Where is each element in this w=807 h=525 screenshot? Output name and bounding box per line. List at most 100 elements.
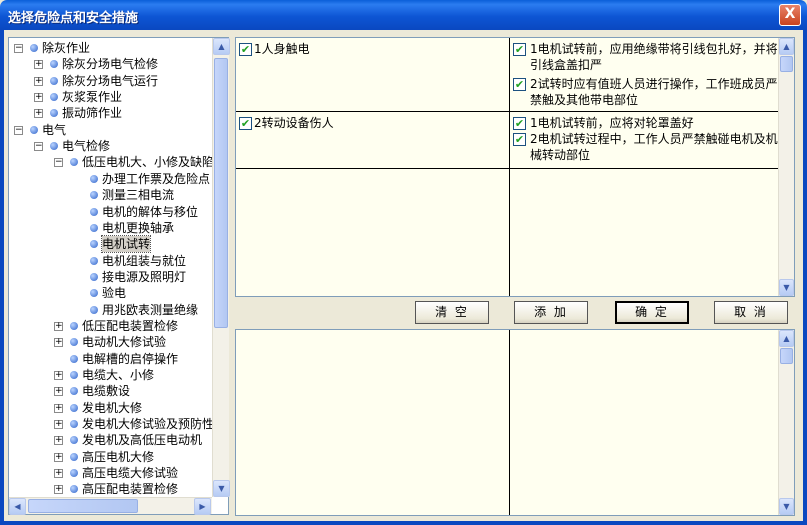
tree-node-icon [50, 142, 58, 151]
tree-item[interactable]: 电机的解体与移位 [9, 204, 212, 220]
tree-item[interactable]: + 除灰分场电气检修 [9, 56, 212, 72]
selected-scroll-down-button[interactable]: ▼ [779, 498, 794, 515]
expand-icon[interactable]: + [54, 436, 63, 446]
measure-checkbox[interactable]: ✔ [513, 78, 526, 91]
tree-item[interactable]: + 振动筛作业 [9, 105, 212, 121]
tree-node-icon [70, 420, 78, 429]
tree-item-label: 高压电机大修 [82, 449, 155, 464]
hazard-checkbox[interactable]: ✔ [239, 43, 252, 56]
tree-node-icon [70, 485, 78, 494]
hazard-scroll-down-button[interactable]: ▼ [779, 279, 794, 296]
cancel-button[interactable]: 取 消 [714, 301, 788, 324]
tree-item[interactable]: + 电缆敷设 [9, 383, 212, 399]
expand-icon[interactable]: + [54, 403, 63, 413]
tree-node-icon [70, 403, 78, 412]
hazard-grid-scrollbar[interactable]: ▲ ▼ [778, 38, 794, 296]
tree-scroll-left-button[interactable]: ◀ [9, 498, 26, 515]
tree-item-label: 除灰分场电气检修 [62, 57, 159, 72]
expand-icon[interactable]: + [54, 371, 63, 380]
tree-scroll-down-button[interactable]: ▼ [213, 480, 230, 497]
tree-item[interactable]: + 发电机大修试验及预防性 [9, 416, 212, 432]
grid-row-divider [236, 168, 778, 169]
tree-item[interactable]: + 除灰分场电气运行 [9, 73, 212, 89]
hazard-checkbox[interactable]: ✔ [239, 117, 252, 130]
tree-node-icon [30, 44, 38, 52]
tree-horizontal-scrollbar[interactable]: ◀ ▶ [9, 497, 212, 515]
tree-item[interactable]: 电机组装与就位 [9, 253, 212, 269]
clear-button[interactable]: 清 空 [415, 301, 489, 324]
tree-item[interactable]: + 高压电机大修 [9, 449, 212, 465]
collapse-icon[interactable]: − [54, 158, 63, 168]
tree-item-label: 低压配电装置检修 [82, 318, 179, 333]
tree-item[interactable]: + 低压配电装置检修 [9, 318, 212, 334]
tree-item[interactable]: + 电缆大、小修 [9, 367, 212, 383]
expand-icon[interactable]: + [54, 452, 63, 462]
close-button[interactable]: X [779, 4, 801, 26]
tree-scroll-thumb[interactable] [214, 58, 228, 328]
expand-icon[interactable]: + [34, 93, 43, 103]
tree-vertical-scrollbar[interactable]: ▲ ▼ [212, 38, 230, 497]
hazard-grid[interactable]: ✔ 1人身触电 ✔ 1电机试转前，应用绝缘带将引线包扎好，并将引线盒盖扣严 ✔ … [235, 37, 795, 297]
ok-button[interactable]: 确 定 [615, 301, 689, 324]
tree-item[interactable]: 测量三相电流 [9, 187, 212, 203]
tree-scroll-right-button[interactable]: ▶ [194, 498, 211, 515]
tree-item[interactable]: + 灰浆泵作业 [9, 89, 212, 105]
tree-node-icon [90, 289, 98, 298]
measure-checkbox[interactable]: ✔ [513, 117, 526, 130]
expand-icon[interactable]: + [34, 76, 43, 86]
expand-icon[interactable]: + [54, 485, 63, 495]
expand-icon[interactable]: + [54, 321, 63, 331]
hazard-scroll-thumb[interactable] [780, 56, 793, 72]
expand-icon[interactable]: + [34, 60, 43, 70]
selected-scroll-thumb[interactable] [780, 348, 793, 364]
tree-item-label: 高压电缆大修试验 [82, 466, 179, 481]
tree-item[interactable]: − 电气 [9, 122, 212, 138]
expand-icon[interactable]: + [34, 109, 43, 119]
tree-scroll-up-button[interactable]: ▲ [213, 38, 230, 55]
tree-item[interactable]: + 高压配电装置检修 [9, 481, 212, 497]
collapse-icon[interactable]: − [14, 125, 23, 135]
measure-text: 1电机试转前，应将对轮罩盖好 [530, 116, 694, 130]
selected-grid[interactable]: ▲ ▼ [235, 329, 795, 516]
hazard-scroll-up-button[interactable]: ▲ [779, 38, 794, 55]
tree-item-label: 测量三相电流 [102, 188, 175, 203]
tree-item[interactable]: 电机更换轴承 [9, 220, 212, 236]
tree-item[interactable]: 电机试转 [9, 235, 212, 254]
tree-item-label: 验电 [102, 286, 127, 301]
tree-item[interactable]: + 发电机及高低压电动机 [9, 432, 212, 448]
tree-node-icon [70, 354, 78, 363]
tree-item[interactable]: + 发电机大修 [9, 400, 212, 416]
selected-scroll-up-button[interactable]: ▲ [779, 330, 794, 347]
category-tree[interactable]: − 除灰作业 + 除灰分场电气检修 + 除灰分场电气运行 + 灰浆泵作业 + 振动筛作业 − 电气 − 电… [8, 37, 230, 515]
measure-text: 1电机试转前，应用绝缘带将引线包扎好，并将引线盒盖扣严 [530, 42, 778, 72]
tree-item-label: 办理工作票及危险点 [102, 171, 211, 186]
tree-item[interactable]: − 电气检修 [9, 138, 212, 154]
window-frame-bottom [0, 521, 807, 525]
tree-item-label: 电动机大修试验 [82, 335, 167, 350]
expand-icon[interactable]: + [54, 338, 63, 348]
add-button[interactable]: 添 加 [514, 301, 588, 324]
expand-icon[interactable]: + [54, 469, 63, 479]
tree-item[interactable]: 办理工作票及危险点 [9, 171, 212, 187]
tree-item[interactable]: + 电动机大修试验 [9, 334, 212, 350]
tree-item[interactable]: + 高压电缆大修试验 [9, 465, 212, 481]
title-bar[interactable]: 选择危险点和安全措施 X [0, 0, 807, 30]
tree-item[interactable]: − 除灰作业 [9, 40, 212, 56]
measure-checkbox[interactable]: ✔ [513, 133, 526, 146]
tree-item[interactable]: 用兆欧表测量绝缘 [9, 302, 212, 318]
tree-node-icon [90, 174, 98, 183]
tree-item-label: 用兆欧表测量绝缘 [102, 302, 199, 317]
selected-grid-column-divider [509, 330, 510, 515]
tree-item[interactable]: − 低压电机大、小修及缺陷 [9, 154, 212, 170]
tree-hscroll-thumb[interactable] [28, 499, 138, 513]
tree-content: − 除灰作业 + 除灰分场电气检修 + 除灰分场电气运行 + 灰浆泵作业 + 振动筛作业 − 电气 − 电… [9, 38, 212, 497]
tree-item[interactable]: 接电源及照明灯 [9, 269, 212, 285]
selected-grid-scrollbar[interactable]: ▲ ▼ [778, 330, 794, 515]
expand-icon[interactable]: + [54, 420, 63, 430]
tree-item[interactable]: 电解槽的启停操作 [9, 351, 212, 367]
expand-icon[interactable]: + [54, 387, 63, 397]
tree-item[interactable]: 验电 [9, 285, 212, 301]
measure-checkbox[interactable]: ✔ [513, 43, 526, 56]
collapse-icon[interactable]: − [14, 44, 23, 53]
collapse-icon[interactable]: − [34, 142, 43, 152]
